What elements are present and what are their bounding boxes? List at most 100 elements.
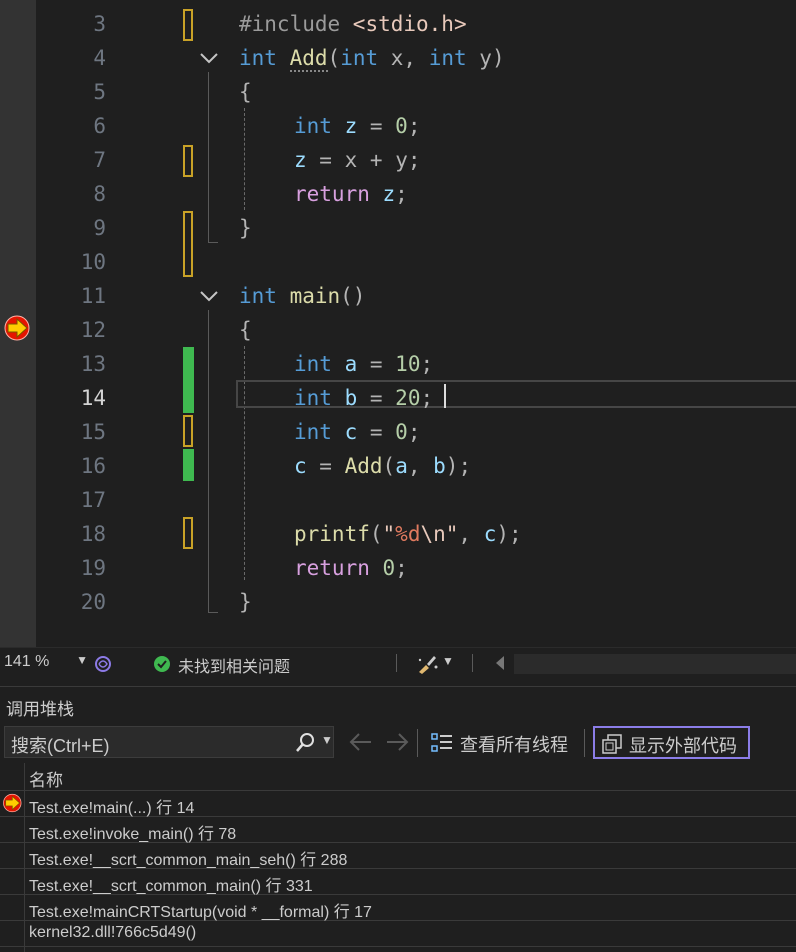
token-escape: \n — [420, 522, 446, 546]
token-identifier: c — [331, 420, 358, 444]
table-row[interactable]: Test.exe!mainCRTStartup(void * __formal)… — [0, 895, 796, 921]
token-punct: ( — [369, 522, 383, 546]
token-punct: ) — [445, 454, 459, 478]
code-line-13[interactable]: int a = 10; — [294, 347, 433, 381]
change-marker-unsaved — [183, 9, 193, 41]
token-string: " — [445, 522, 459, 546]
token-number: 10 — [395, 352, 421, 376]
execution-pointer-icon[interactable] — [3, 315, 33, 341]
code-editor[interactable]: 3 4 5 6 7 8 9 10 11 12 13 14 15 16 17 18… — [0, 0, 796, 647]
chevron-down-icon[interactable]: ▼ — [321, 733, 333, 747]
code-line-15[interactable]: int c = 0; — [294, 415, 420, 449]
search-input[interactable]: 搜索(Ctrl+E) ▼ — [4, 726, 334, 758]
code-line-20[interactable]: } — [239, 585, 252, 619]
line-number: 17 — [80, 488, 106, 512]
token-operator: = — [357, 352, 396, 376]
table-row[interactable]: Test.exe!__scrt_common_main_seh() 行 288 — [0, 843, 796, 869]
change-marker-saved — [183, 449, 194, 481]
column-header-name[interactable]: 名称 — [29, 766, 63, 791]
token-punct: , — [458, 522, 484, 546]
code-line-4[interactable]: int Add(int x, int y) — [239, 41, 505, 75]
line-number: 3 — [93, 12, 106, 36]
issues-status-text[interactable]: 未找到相关问题 — [178, 653, 290, 677]
token-punct: ) — [496, 522, 510, 546]
token-keyword: int — [294, 114, 332, 138]
token-function: Add — [344, 454, 383, 478]
show-external-code-button[interactable]: 显示外部代码 — [593, 726, 750, 759]
token-param: x — [344, 148, 358, 172]
change-marker-unsaved — [183, 415, 193, 447]
chevron-down-icon[interactable]: ▼ — [442, 654, 454, 668]
token-punct: ; — [395, 182, 408, 206]
code-line-6[interactable]: int z = 0; — [294, 109, 420, 143]
code-line-3[interactable]: #include <stdio.h> — [239, 7, 467, 41]
code-line-14[interactable]: int b = 20; — [294, 381, 433, 415]
line-number: 9 — [93, 216, 106, 240]
frame-name: Test.exe!invoke_main() 行 78 — [29, 826, 237, 843]
token-operator: = — [357, 114, 396, 138]
chevron-down-icon: ▼ — [76, 653, 88, 667]
frame-name: Test.exe!__scrt_common_main_seh() 行 288 — [29, 852, 348, 869]
scroll-left-arrow-icon[interactable] — [496, 656, 504, 670]
code-line-8[interactable]: return z; — [294, 177, 408, 211]
code-line-12[interactable]: { — [239, 313, 252, 347]
token-punct: ; — [458, 454, 472, 478]
line-number: 4 — [93, 46, 106, 70]
table-row[interactable]: kernel32.dll!766c5d49() — [0, 921, 796, 947]
token-punct: ) — [491, 46, 505, 70]
fold-guide — [208, 72, 209, 242]
token-number: 0 — [395, 420, 408, 444]
table-row[interactable]: Test.exe!invoke_main() 行 78 — [0, 817, 796, 843]
token-punct: () — [340, 284, 366, 308]
code-cleanup-brush-icon[interactable] — [416, 653, 440, 675]
line-number: 20 — [80, 590, 106, 614]
code-line-7[interactable]: z = x + y; — [294, 143, 421, 177]
token-identifier: b — [331, 386, 358, 410]
token-brace: { — [239, 318, 252, 342]
indent-guide — [244, 108, 245, 210]
token-param: y — [466, 46, 492, 70]
fold-chevron-icon[interactable] — [198, 47, 220, 69]
token-identifier: a — [395, 454, 408, 478]
editor-status-strip: 141 % ▼ 未找到相关问题 ▼ — [0, 647, 796, 679]
line-number: 5 — [93, 80, 106, 104]
line-number: 13 — [80, 352, 106, 376]
code-line-11[interactable]: int main() — [239, 279, 365, 313]
line-number: 12 — [80, 318, 106, 342]
code-line-16[interactable]: c = Add(a, b); — [294, 449, 471, 483]
token-punct: ; — [420, 352, 434, 376]
search-placeholder: 搜索(Ctrl+E) — [11, 736, 110, 756]
divider — [417, 729, 418, 757]
code-line-18[interactable]: printf("%d\n", c); — [294, 517, 522, 551]
zoom-dropdown[interactable]: 141 % ▼ — [4, 653, 88, 675]
call-stack-panel: 调用堆栈 搜索(Ctrl+E) ▼ 查看所有线程 显示外部代码 名称 Test.… — [0, 686, 796, 952]
fold-chevron-icon[interactable] — [198, 285, 220, 307]
code-line-19[interactable]: return 0; — [294, 551, 408, 585]
token-param: y — [395, 148, 408, 172]
token-brace: { — [239, 80, 252, 104]
table-row[interactable]: Test.exe!main(...) 行 14 — [0, 791, 796, 817]
token-punct: ; — [395, 556, 408, 580]
token-brace: } — [239, 216, 252, 240]
line-number: 8 — [93, 182, 106, 206]
line-number: 11 — [80, 284, 106, 308]
code-line-5[interactable]: { — [239, 75, 252, 109]
intellicode-icon[interactable] — [93, 654, 113, 674]
text-caret — [444, 384, 446, 408]
token-keyword: int — [294, 386, 332, 410]
search-icon[interactable] — [294, 732, 316, 754]
arrow-left-icon[interactable] — [348, 731, 374, 753]
token-punct: ; — [509, 522, 522, 546]
horizontal-scrollbar[interactable] — [514, 654, 796, 674]
change-marker-unsaved — [183, 517, 193, 549]
line-number: 6 — [93, 114, 106, 138]
table-row[interactable]: Test.exe!__scrt_common_main() 行 331 — [0, 869, 796, 895]
token-keyword: return — [294, 556, 370, 580]
token-keyword: int — [239, 284, 277, 308]
frame-name: kernel32.dll!766c5d49() — [29, 924, 197, 941]
arrow-right-icon[interactable] — [384, 731, 410, 753]
token-format-spec: %d — [395, 522, 421, 546]
token-param: x — [378, 46, 404, 70]
include-path: <stdio.h> — [352, 12, 467, 36]
code-line-9[interactable]: } — [239, 211, 252, 245]
